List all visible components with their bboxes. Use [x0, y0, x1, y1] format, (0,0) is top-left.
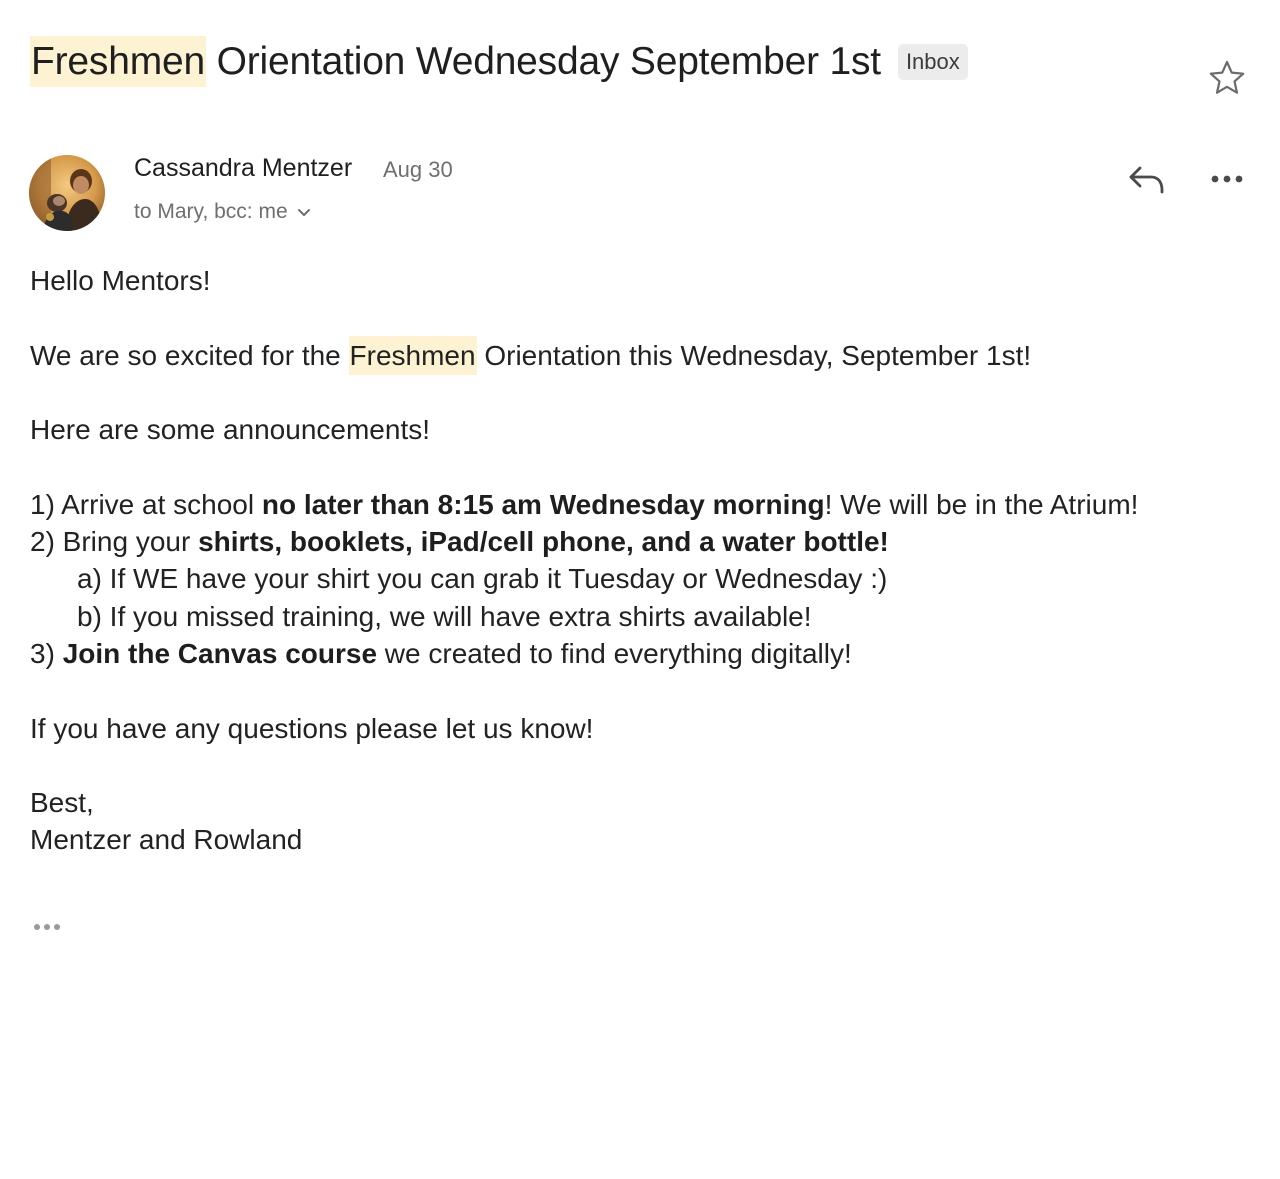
greeting: Hello Mentors!: [30, 265, 211, 296]
intro-paragraph: We are so excited for the Freshmen Orien…: [30, 335, 1250, 375]
intro-text: We are so excited for the: [30, 339, 349, 371]
reply-icon[interactable]: [1126, 160, 1166, 200]
ellipsis-icon[interactable]: [31, 918, 67, 936]
sub-list-item: b) If you missed training, we will have …: [77, 600, 812, 632]
sender-name[interactable]: Cassandra Mentzer: [134, 154, 352, 183]
subject-row: Freshmen Orientation Wednesday September…: [30, 36, 968, 87]
questions-line: If you have any questions please let us …: [30, 712, 594, 744]
item-text-end: we created to find everything digitally!: [377, 637, 852, 669]
search-highlight: Freshmen: [348, 335, 477, 375]
subject-text: Orientation Wednesday September 1st: [205, 40, 882, 83]
email-body: Hello Mentors! We are so excited for the…: [30, 262, 1250, 859]
chevron-down-icon: [297, 208, 310, 216]
signature: Mentzer and Rowland: [30, 824, 303, 856]
recipients-text: to Mary, bcc: me: [134, 200, 288, 223]
star-icon[interactable]: [1207, 58, 1247, 98]
item-bold-text: Join the Canvas course: [62, 637, 378, 669]
item-bold-text: shirts, booklets, iPad/cell phone, and a…: [198, 526, 889, 558]
item-bold-text: no later than 8:15 am Wednesday morning: [261, 488, 825, 520]
inbox-label-badge[interactable]: Inbox: [897, 44, 968, 80]
item-text: 3): [30, 637, 63, 669]
list-item: 3) Join the Canvas course we created to …: [30, 635, 1250, 672]
list-item: 2) Bring your shirts, booklets, iPad/cel…: [30, 523, 1250, 560]
more-horizontal-icon[interactable]: [1207, 164, 1247, 194]
recipients-toggle[interactable]: to Mary, bcc: me: [134, 200, 311, 224]
item-text: 1) Arrive at school: [30, 488, 262, 520]
item-text: 2) Bring your: [30, 526, 199, 558]
signoff: Best,: [30, 787, 94, 819]
announcements-heading: Here are some announcements!: [30, 414, 430, 446]
intro-text-end: Orientation this Wednesday, September 1s…: [476, 339, 1032, 371]
sub-list-item: a) If WE have your shirt you can grab it…: [77, 563, 888, 595]
sender-avatar[interactable]: [29, 155, 105, 231]
search-highlight: Freshmen: [30, 36, 206, 87]
list-item: 1) Arrive at school no later than 8:15 a…: [30, 486, 1250, 523]
sent-date: Aug 30: [383, 157, 453, 182]
email-subject: Freshmen Orientation Wednesday September…: [30, 36, 882, 87]
item-text-end: ! We will be in the Atrium!: [824, 488, 1139, 520]
